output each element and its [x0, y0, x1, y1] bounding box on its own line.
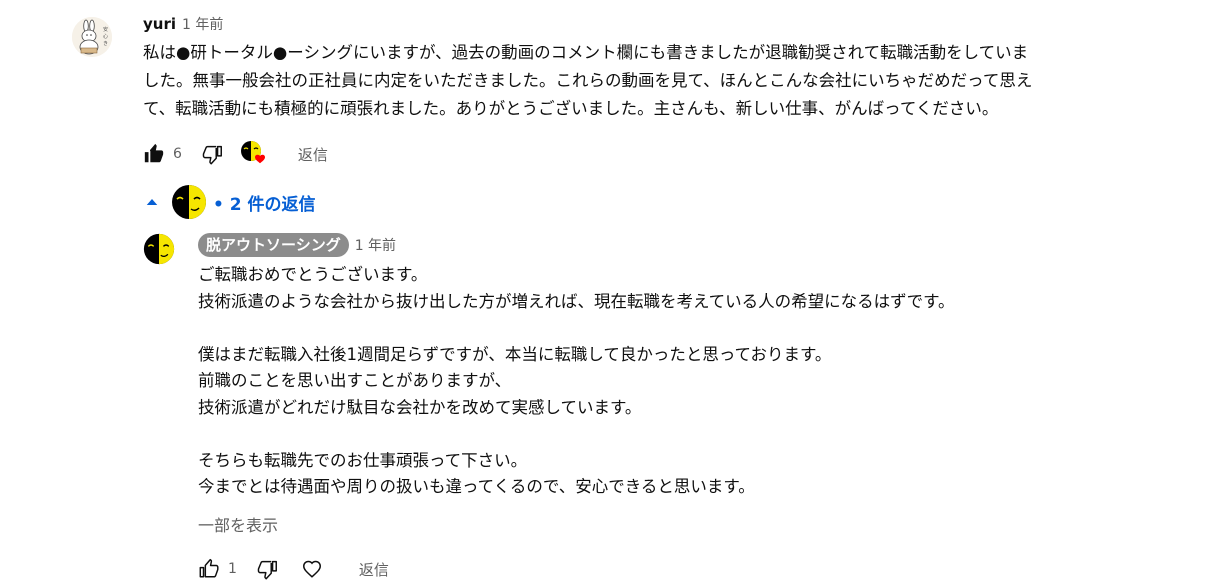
dislike-button[interactable]: [255, 556, 281, 582]
comment-line: 私は●研トータル●ーシングにいますが、過去の動画のコメント欄にも書きましたが退職…: [143, 43, 1029, 62]
comment-line: て、転職活動にも積極的に頑張れました。ありがとうございました。主さんも、新しい仕…: [143, 99, 999, 118]
comment-actions: 6 返信: [141, 140, 328, 168]
like-count: 6: [173, 146, 182, 162]
comment-time[interactable]: 1 年前: [182, 14, 223, 34]
reply-author-chip[interactable]: 脱アウトソーシング: [198, 233, 349, 257]
thumbs-up-filled-icon: [144, 143, 164, 163]
reply-avatar[interactable]: [143, 233, 175, 265]
creator-avatar-icon: [143, 233, 175, 265]
reply-line: 前職のことを思い出すことがありますが、: [198, 371, 512, 390]
reply-line: ご転職おめでとうございます。: [198, 265, 428, 284]
avatar[interactable]: 安 心 き: [72, 17, 112, 57]
comment-thread: 安 心 き yuri 1 年前 私は●研トータル●ーシングにいますが、過去の動画…: [0, 0, 1231, 586]
thumbs-up-icon: [199, 558, 219, 578]
comment-text: 私は●研トータル●ーシングにいますが、過去の動画のコメント欄にも書きましたが退職…: [143, 39, 1183, 123]
dislike-button[interactable]: [200, 141, 226, 167]
creator-heart: [240, 140, 268, 168]
reply-line: 技術派遣がどれだけ駄目な会社かを改めて実感しています。: [198, 397, 642, 417]
svg-text:き: き: [103, 40, 108, 47]
comment-header: yuri 1 年前: [143, 14, 223, 38]
creator-heart-icon: [240, 141, 265, 164]
like-button[interactable]: [196, 556, 222, 582]
heart-outline-icon: [302, 560, 321, 578]
reply-line: 今までとは待遇面や周りの扱いも違ってくるので、安心できると思います。: [198, 477, 755, 496]
replies-count-label[interactable]: • 2 件の返信: [213, 190, 316, 215]
like-button[interactable]: [141, 141, 167, 167]
svg-text:心: 心: [103, 33, 108, 40]
reply-text: ご転職おめでとうございます。 技術派遣のような会社から抜け出した方が増えれば、現…: [198, 262, 1178, 501]
comment-line: した。無事一般会社の正社員に内定をいただきました。これらの動画を見て、ほんとこん…: [143, 71, 1033, 90]
rabbit-avatar-icon: 安 心 き: [72, 17, 112, 57]
reply-line: そちらも転職先でのお仕事頑張って下さい。: [198, 450, 528, 470]
reply-time[interactable]: 1 年前: [355, 235, 396, 255]
thumbs-down-icon: [202, 145, 222, 165]
reply-actions: 1 返信: [196, 556, 389, 582]
thumbs-down-icon: [257, 560, 277, 580]
replies-toggle[interactable]: • 2 件の返信: [143, 184, 316, 220]
caret-up-icon: [146, 199, 158, 205]
show-less-button[interactable]: 一部を表示: [198, 512, 278, 536]
svg-text:安: 安: [103, 26, 108, 33]
creator-avatar-icon: [172, 185, 206, 219]
reply-button[interactable]: 返信: [359, 559, 389, 580]
reply-button[interactable]: 返信: [298, 144, 328, 165]
reply-line: [198, 421, 1178, 448]
reply-line: 技術派遣のような会社から抜け出した方が増えれば、現在転職を考えている人の希望にな…: [198, 291, 955, 311]
reply-header: 脱アウトソーシング 1 年前: [198, 233, 396, 257]
reply-line: [198, 315, 1178, 342]
like-count: 1: [228, 561, 237, 577]
heart-button[interactable]: [299, 556, 325, 582]
reply-line: 僕はまだ転職入社後1週間足らずですが、本当に転職して良かったと思っております。: [198, 344, 832, 364]
comment-author[interactable]: yuri: [143, 15, 176, 33]
